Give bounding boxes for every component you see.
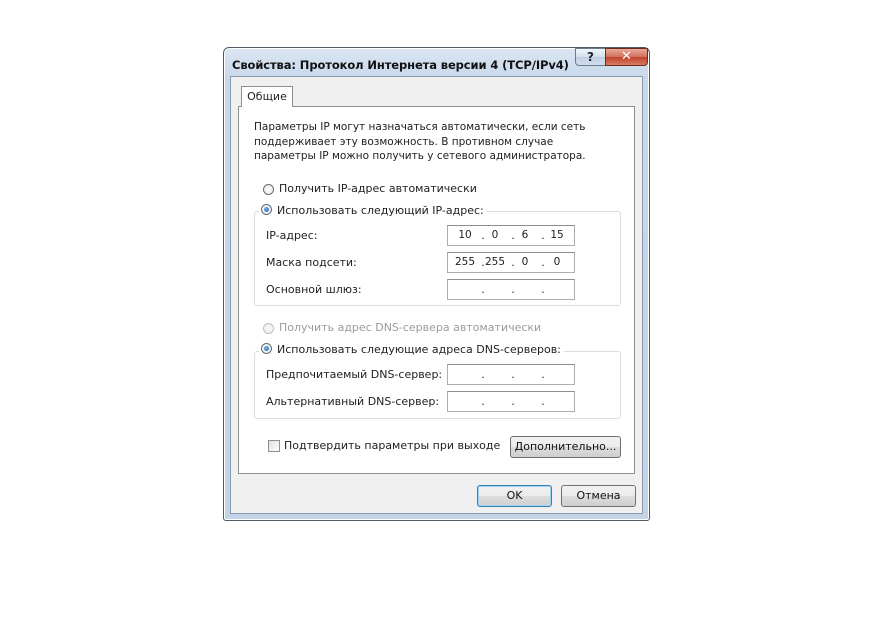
ip-manual-radio[interactable] bbox=[261, 204, 272, 215]
ip-address-label: IP-адрес: bbox=[266, 229, 318, 242]
dns-manual-radio[interactable] bbox=[261, 343, 272, 354]
alternate-dns-input[interactable]: . . . bbox=[447, 391, 575, 412]
validate-on-exit-checkbox[interactable] bbox=[268, 440, 280, 452]
octet-separator: . bbox=[511, 368, 515, 381]
tcpip-properties-window: Свойства: Протокол Интернета версии 4 (T… bbox=[223, 47, 650, 521]
default-gateway-input[interactable]: . . . bbox=[447, 279, 575, 300]
ip-address-input[interactable]: 10 . 0 . 6 . 15 bbox=[447, 225, 575, 246]
dns-auto-label: Получить адрес DNS-сервера автоматически bbox=[279, 321, 542, 334]
ip-manual-label: Использовать следующий IP-адрес: bbox=[277, 204, 484, 217]
close-button[interactable]: ✕ bbox=[605, 48, 648, 66]
octet-separator: . bbox=[511, 283, 515, 296]
ip-auto-radio[interactable] bbox=[263, 184, 274, 195]
cancel-button[interactable]: Отмена bbox=[561, 485, 636, 507]
octet-separator: . bbox=[481, 283, 485, 296]
subnet-mask-input[interactable]: 255 . 255 . 0 . 0 bbox=[447, 252, 575, 273]
window-title: Свойства: Протокол Интернета версии 4 (T… bbox=[232, 58, 569, 72]
octet-separator: . bbox=[481, 395, 485, 408]
validate-on-exit-label: Подтвердить параметры при выходе bbox=[284, 439, 501, 452]
octet-separator: . bbox=[541, 395, 545, 408]
octet-separator: . bbox=[541, 368, 545, 381]
help-button[interactable]: ? bbox=[575, 48, 605, 66]
advanced-button[interactable]: Дополнительно... bbox=[510, 436, 621, 458]
dialog-client-area: Общие Параметры IP могут назначаться авт… bbox=[230, 76, 643, 514]
ip-octet: 15 bbox=[550, 229, 564, 241]
ip-octet: 0 bbox=[553, 256, 561, 268]
ok-button[interactable]: OK bbox=[477, 485, 552, 507]
ip-octet: 0 bbox=[521, 256, 529, 268]
octet-separator: . bbox=[541, 283, 545, 296]
octet-separator: . bbox=[481, 368, 485, 381]
description-text: Параметры IP могут назначаться автоматич… bbox=[254, 121, 586, 162]
ip-manual-group-header: Использовать следующий IP-адрес: bbox=[259, 204, 487, 217]
ip-octet: 6 bbox=[521, 229, 529, 241]
preferred-dns-input[interactable]: . . . bbox=[447, 364, 575, 385]
preferred-dns-label: Предпочитаемый DNS-сервер: bbox=[266, 368, 443, 381]
help-icon: ? bbox=[587, 50, 594, 64]
ip-octet: 0 bbox=[491, 229, 499, 241]
general-tab-panel: Параметры IP могут назначаться автоматич… bbox=[238, 106, 635, 474]
default-gateway-label: Основной шлюз: bbox=[266, 283, 362, 296]
ip-octet: 255 bbox=[484, 256, 506, 268]
ip-octet: 255 bbox=[454, 256, 476, 268]
dns-manual-label: Использовать следующие адреса DNS-сервер… bbox=[277, 343, 561, 356]
alternate-dns-label: Альтернативный DNS-сервер: bbox=[266, 395, 440, 408]
octet-separator: . bbox=[511, 395, 515, 408]
ip-octet: 10 bbox=[458, 229, 472, 241]
close-icon: ✕ bbox=[621, 49, 632, 64]
ip-auto-label: Получить IP-адрес автоматически bbox=[279, 182, 477, 195]
tab-general[interactable]: Общие bbox=[241, 86, 293, 107]
dns-auto-radio[interactable] bbox=[263, 323, 274, 334]
dns-manual-group-header: Использовать следующие адреса DNS-сервер… bbox=[259, 343, 564, 356]
subnet-mask-label: Маска подсети: bbox=[266, 256, 357, 269]
